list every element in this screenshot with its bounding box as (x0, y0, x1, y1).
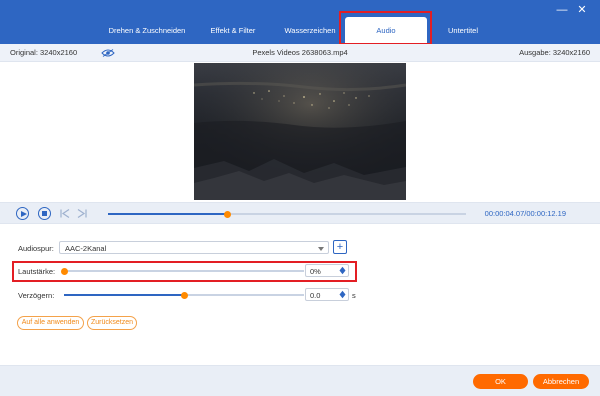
delay-slider-handle[interactable] (180, 291, 188, 299)
reset-button[interactable]: Zurücksetzen (87, 316, 137, 330)
volume-value: 0% (310, 267, 321, 276)
delay-unit: s (352, 291, 356, 300)
audio-track-select[interactable]: AAC-2Kanal (59, 241, 329, 254)
delay-slider-fill (64, 294, 184, 296)
add-audio-track-button[interactable]: + (333, 240, 347, 254)
time-display: 00:00:04.07/00:00:12.19 (485, 209, 566, 218)
ok-button[interactable]: OK (473, 374, 528, 389)
tab-rotate-crop[interactable]: Drehen & Zuschneiden (104, 20, 190, 42)
chevron-down-icon[interactable] (339, 270, 346, 275)
total-time: 00:00:12.19 (526, 209, 566, 218)
stop-icon (42, 211, 47, 216)
preview-area (0, 62, 600, 202)
volume-label: Lautstärke: (18, 267, 56, 276)
audio-track-value: AAC-2Kanal (65, 244, 107, 253)
apply-all-button[interactable]: Auf alle anwenden (17, 316, 84, 330)
stop-button[interactable] (38, 207, 51, 220)
current-time: 00:00:04.07 (484, 209, 525, 218)
volume-slider-handle[interactable] (60, 267, 68, 275)
audio-editor-window: Drehen & Zuschneiden Effekt & Filter Was… (0, 0, 600, 396)
previous-frame-icon[interactable] (60, 209, 70, 218)
tab-watermark[interactable]: Wasserzeichen (278, 20, 342, 42)
delay-stepper[interactable]: 0.0 (305, 288, 349, 301)
play-icon (20, 210, 27, 217)
tab-subtitle[interactable]: Untertitel (438, 20, 488, 42)
play-button[interactable] (16, 207, 29, 220)
minimize-button[interactable]: — (554, 2, 570, 18)
delay-label: Verzögern: (18, 291, 55, 300)
audio-track-label: Audiospur: (18, 244, 54, 253)
chevron-down-icon[interactable] (339, 294, 346, 299)
volume-stepper[interactable]: 0% (305, 264, 349, 277)
audio-settings-panel: Audiospur: AAC-2Kanal + Lautstärke: 0% V… (0, 225, 600, 365)
chevron-down-icon (318, 247, 324, 251)
info-bar: Original: 3240x2160 Pexels Videos 263806… (0, 44, 600, 62)
video-filename: Pexels Videos 2638063.mp4 (252, 48, 348, 57)
output-resolution: Ausgabe: 3240x2160 (519, 48, 590, 57)
close-button[interactable]: ✕ (574, 2, 590, 18)
tab-effect-filter[interactable]: Effekt & Filter (200, 20, 266, 42)
cancel-button[interactable]: Abbrechen (533, 374, 589, 389)
delay-slider[interactable] (64, 291, 304, 299)
volume-slider[interactable] (60, 267, 304, 275)
video-preview (194, 63, 406, 200)
timeline-handle[interactable] (224, 210, 232, 218)
playback-timeline[interactable] (108, 210, 466, 218)
footer-bar: OK Abbrechen (0, 365, 600, 396)
next-frame-icon[interactable] (77, 209, 87, 218)
tab-bar: Drehen & Zuschneiden Effekt & Filter Was… (0, 0, 600, 45)
timeline-progress (108, 213, 228, 215)
playback-bar: 00:00:04.07/00:00:12.19 (0, 202, 600, 224)
delay-value: 0.0 (310, 291, 321, 300)
audio-tab-highlight-box (339, 11, 432, 45)
